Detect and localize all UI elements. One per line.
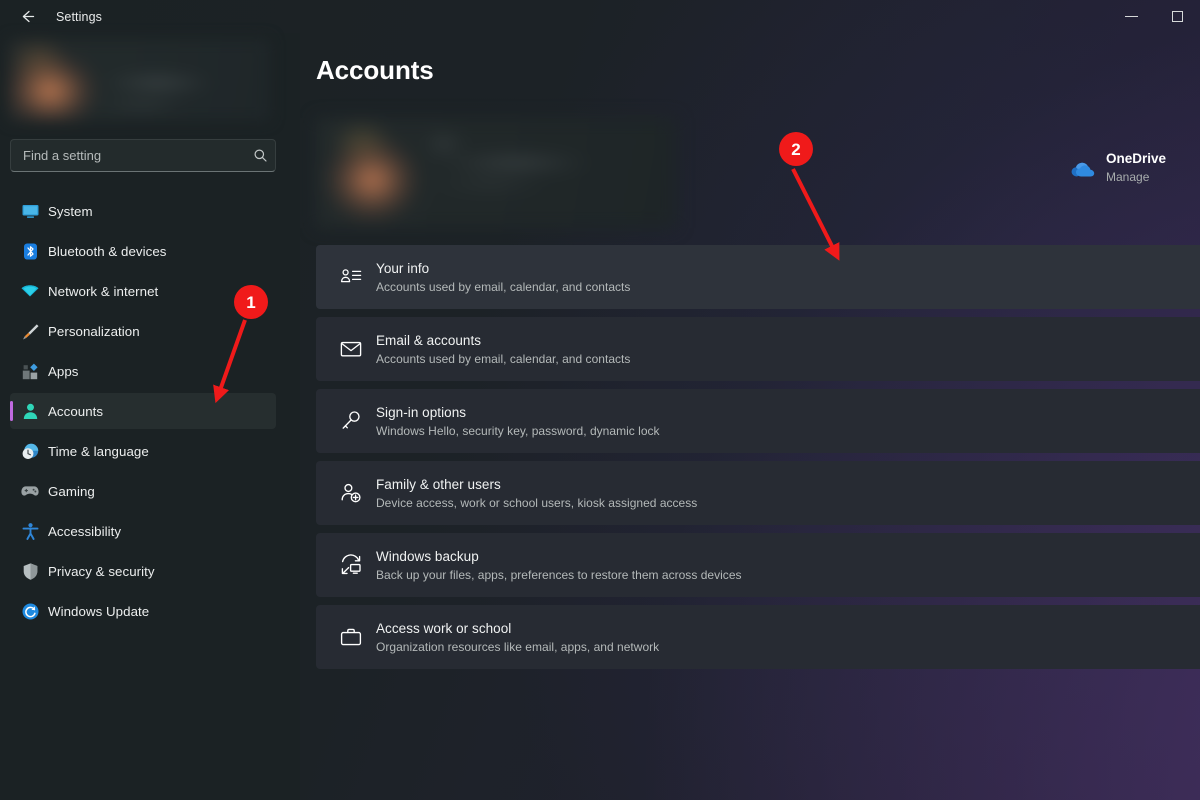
- clock-globe-icon: [20, 441, 40, 461]
- sidebar-item-label: Network & internet: [48, 284, 158, 299]
- update-refresh-icon: [20, 601, 40, 621]
- user-profile-blurred: [8, 39, 270, 121]
- onedrive-section[interactable]: OneDrive Manage: [1070, 151, 1200, 184]
- settings-card-text: Access work or school Organization resou…: [376, 621, 659, 654]
- window-controls: [1108, 0, 1200, 33]
- settings-card-subtitle: Accounts used by email, calendar, and co…: [376, 352, 630, 366]
- settings-card-text: Windows backup Back up your files, apps,…: [376, 549, 742, 582]
- settings-card-text: Your info Accounts used by email, calend…: [376, 261, 630, 294]
- sidebar-item-label: Time & language: [48, 444, 149, 459]
- monitor-icon: [20, 201, 40, 221]
- sidebar-item-label: Accessibility: [48, 524, 121, 539]
- settings-card-subtitle: Device access, work or school users, kio…: [376, 496, 697, 510]
- sidebar-item-label: Gaming: [48, 484, 95, 499]
- settings-card-title: Email & accounts: [376, 333, 630, 348]
- settings-card-subtitle: Accounts used by email, calendar, and co…: [376, 280, 630, 294]
- sidebar-item-system[interactable]: System: [10, 193, 276, 229]
- settings-card-title: Sign-in options: [376, 405, 660, 420]
- settings-card-windows-backup[interactable]: Windows backup Back up your files, apps,…: [316, 533, 1200, 597]
- settings-card-title: Your info: [376, 261, 630, 276]
- sidebar-nav: System Bluetooth & devices: [10, 193, 276, 633]
- back-arrow-icon: [19, 8, 36, 25]
- sidebar-item-label: Accounts: [48, 404, 103, 419]
- page-title: Accounts: [316, 55, 434, 86]
- search-icon: [245, 140, 275, 171]
- settings-card-text: Family & other users Device access, work…: [376, 477, 697, 510]
- maximize-icon: [1172, 11, 1183, 22]
- onedrive-cloud-icon: [1070, 157, 1096, 183]
- onedrive-manage-link[interactable]: Manage: [1106, 170, 1166, 184]
- sidebar-item-label: Personalization: [48, 324, 140, 339]
- back-button[interactable]: [10, 4, 44, 30]
- paintbrush-icon: [20, 321, 40, 341]
- briefcase-icon: [338, 624, 364, 650]
- minimize-button[interactable]: [1108, 0, 1154, 33]
- settings-card-family-other-users[interactable]: Family & other users Device access, work…: [316, 461, 1200, 525]
- account-summary-blurred: [316, 118, 676, 228]
- contact-card-icon: [338, 264, 364, 290]
- key-icon: [338, 408, 364, 434]
- gamepad-icon: [20, 481, 40, 501]
- settings-card-email-accounts[interactable]: Email & accounts Accounts used by email,…: [316, 317, 1200, 381]
- search-box[interactable]: [10, 139, 276, 172]
- sidebar-item-windows-update[interactable]: Windows Update: [10, 593, 276, 629]
- person-add-icon: [338, 480, 364, 506]
- settings-card-subtitle: Windows Hello, security key, password, d…: [376, 424, 660, 438]
- settings-card-title: Windows backup: [376, 549, 742, 564]
- wifi-icon: [20, 281, 40, 301]
- onedrive-title: OneDrive: [1106, 151, 1166, 166]
- settings-card-title: Family & other users: [376, 477, 697, 492]
- onedrive-text: OneDrive Manage: [1106, 151, 1166, 184]
- sidebar-item-label: Windows Update: [48, 604, 149, 619]
- sidebar-item-bluetooth-devices[interactable]: Bluetooth & devices: [10, 233, 276, 269]
- title-bar: Settings: [0, 0, 1200, 33]
- settings-card-text: Email & accounts Accounts used by email,…: [376, 333, 630, 366]
- settings-card-text: Sign-in options Windows Hello, security …: [376, 405, 660, 438]
- search-input[interactable]: [11, 148, 245, 163]
- settings-window: Settings: [0, 0, 1200, 800]
- settings-card-subtitle: Organization resources like email, apps,…: [376, 640, 659, 654]
- sidebar-item-label: Privacy & security: [48, 564, 155, 579]
- sidebar: System Bluetooth & devices: [0, 33, 300, 800]
- sidebar-item-label: Apps: [48, 364, 79, 379]
- accessibility-person-icon: [20, 521, 40, 541]
- backup-sync-icon: [338, 552, 364, 578]
- shield-icon: [20, 561, 40, 581]
- sidebar-item-label: System: [48, 204, 93, 219]
- sidebar-item-label: Bluetooth & devices: [48, 244, 166, 259]
- settings-card-list: Your info Accounts used by email, calend…: [316, 245, 1200, 677]
- window-title: Settings: [56, 10, 102, 24]
- settings-card-sign-in-options[interactable]: Sign-in options Windows Hello, security …: [316, 389, 1200, 453]
- sidebar-item-accessibility[interactable]: Accessibility: [10, 513, 276, 549]
- settings-card-title: Access work or school: [376, 621, 659, 636]
- bluetooth-icon: [20, 241, 40, 261]
- sidebar-item-privacy-security[interactable]: Privacy & security: [10, 553, 276, 589]
- person-icon: [20, 401, 40, 421]
- sidebar-item-apps[interactable]: Apps: [10, 353, 276, 389]
- settings-card-your-info[interactable]: Your info Accounts used by email, calend…: [316, 245, 1200, 309]
- settings-card-access-work-school[interactable]: Access work or school Organization resou…: [316, 605, 1200, 669]
- main-content: Accounts OneDrive Manage: [300, 33, 1200, 800]
- sidebar-item-network-internet[interactable]: Network & internet: [10, 273, 276, 309]
- settings-card-subtitle: Back up your files, apps, preferences to…: [376, 568, 742, 582]
- maximize-button[interactable]: [1154, 0, 1200, 33]
- sidebar-item-time-language[interactable]: Time & language: [10, 433, 276, 469]
- minimize-icon: [1125, 16, 1138, 18]
- sidebar-item-accounts[interactable]: Accounts: [10, 393, 276, 429]
- sidebar-item-personalization[interactable]: Personalization: [10, 313, 276, 349]
- apps-grid-icon: [20, 361, 40, 381]
- envelope-icon: [338, 336, 364, 362]
- sidebar-item-gaming[interactable]: Gaming: [10, 473, 276, 509]
